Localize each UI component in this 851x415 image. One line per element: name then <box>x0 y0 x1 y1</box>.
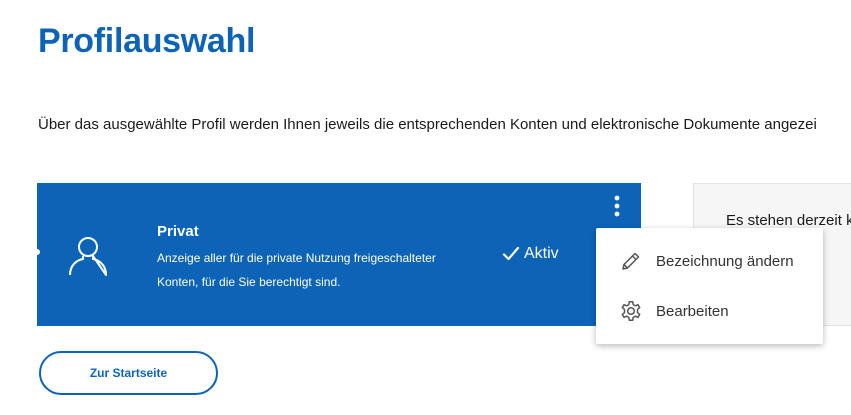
page-title: Profilauswahl <box>38 22 256 60</box>
pencil-icon <box>622 252 640 270</box>
menu-item-edit-label: Bearbeiten <box>656 302 729 320</box>
profile-options-button[interactable] <box>607 193 627 219</box>
side-info-text: Es stehen derzeit k <box>726 212 851 229</box>
active-status: Aktiv <box>502 245 559 263</box>
check-icon <box>502 246 520 261</box>
menu-item-rename-label: Bezeichnung ändern <box>656 252 794 270</box>
gear-icon <box>621 301 641 321</box>
start-page-button[interactable]: Zur Startseite <box>39 351 218 395</box>
profile-selection-page: Profilauswahl Über das ausgewählte Profi… <box>0 0 851 415</box>
active-status-label: Aktiv <box>524 245 559 262</box>
page-intro-text: Über das ausgewählte Profil werden Ihnen… <box>38 116 817 133</box>
profile-card-description: Anzeige aller für die private Nutzung fr… <box>157 251 436 289</box>
user-icon <box>69 237 107 276</box>
profile-card-title: Privat <box>157 223 199 240</box>
menu-item-rename[interactable]: Bezeichnung ändern <box>596 237 823 285</box>
card-notch <box>34 249 40 255</box>
profile-card-privat[interactable]: Privat Anzeige aller für die private Nut… <box>34 183 641 326</box>
profile-context-menu: Bezeichnung ändern Bearbeiten <box>596 228 823 344</box>
more-vertical-icon <box>614 195 620 217</box>
menu-item-edit[interactable]: Bearbeiten <box>596 287 823 335</box>
